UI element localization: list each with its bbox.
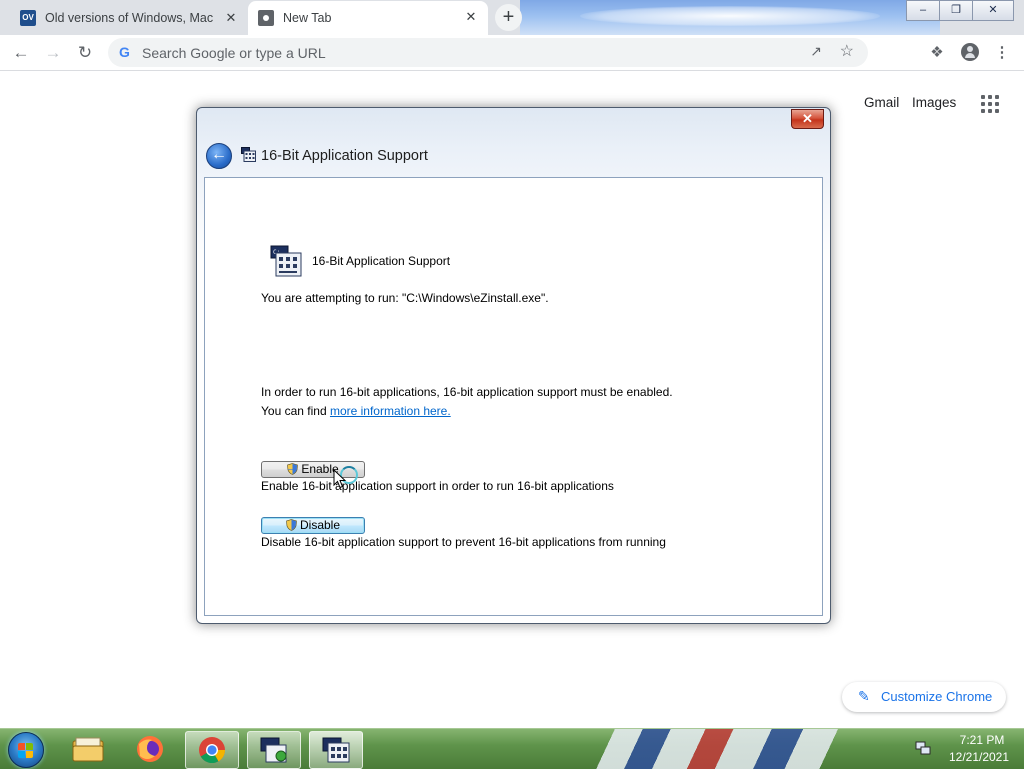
gmail-link[interactable]: Gmail bbox=[864, 95, 899, 110]
run-target-text: You are attempting to run: "C:\Windows\e… bbox=[261, 291, 549, 305]
tab-old-versions[interactable]: OV Old versions of Windows, Mac ar ✕ bbox=[10, 2, 248, 33]
start-button[interactable] bbox=[8, 732, 44, 768]
new-tab-button[interactable]: + bbox=[495, 4, 522, 31]
app-16bit-cmd-icon[interactable] bbox=[247, 731, 301, 769]
tab-title: New Tab bbox=[283, 11, 332, 25]
mouse-pointer-icon bbox=[333, 469, 347, 489]
uac-shield-icon bbox=[287, 463, 299, 475]
window-controls: – ❐ ✕ bbox=[906, 0, 1014, 21]
browser-tab-strip: OV Old versions of Windows, Mac ar ✕ New… bbox=[0, 0, 1024, 35]
forward-arrow-icon[interactable]: → bbox=[42, 42, 64, 64]
profile-avatar-icon[interactable] bbox=[961, 43, 979, 61]
disable-description: Disable 16-bit application support to pr… bbox=[261, 535, 666, 549]
chrome-icon bbox=[258, 10, 274, 26]
window-close-button[interactable]: ✕ bbox=[972, 0, 1014, 21]
dialog-content-pane: C: 16-Bit Application Support You are at… bbox=[204, 177, 823, 616]
tab-close-icon[interactable]: ✕ bbox=[464, 10, 478, 24]
chrome-taskbar-icon[interactable] bbox=[185, 731, 239, 769]
reload-icon[interactable]: ↻ bbox=[74, 42, 96, 64]
clock-time[interactable]: 7:21 PM bbox=[950, 733, 1014, 747]
dialog-close-button[interactable]: ✕ bbox=[791, 109, 824, 129]
dialog-heading: 16-Bit Application Support bbox=[312, 254, 451, 268]
app-16bit-active-icon[interactable] bbox=[309, 731, 363, 769]
enable-description: Enable 16-bit application support in ord… bbox=[261, 479, 614, 493]
disable-button-label: Disable bbox=[299, 518, 341, 532]
restore-button[interactable]: ❐ bbox=[939, 0, 973, 21]
disable-button[interactable]: Disable bbox=[261, 517, 365, 534]
windows-taskbar: 7:21 PM 12/21/2021 bbox=[0, 728, 1024, 769]
google-icon: G bbox=[119, 44, 130, 60]
tab-new-tab[interactable]: New Tab ✕ bbox=[248, 1, 488, 35]
info-prefix: You can find bbox=[261, 404, 330, 418]
clock-date[interactable]: 12/21/2021 bbox=[944, 750, 1014, 764]
browser-toolbar: ← → ↻ G Search Google or type a URL ↗ ☆ … bbox=[0, 35, 1024, 71]
extensions-puzzle-icon[interactable]: ❖ bbox=[927, 43, 947, 63]
tab-title: Old versions of Windows, Mac ar bbox=[45, 10, 215, 25]
explorer-icon[interactable] bbox=[62, 731, 114, 767]
tab-close-icon[interactable]: ✕ bbox=[224, 11, 238, 25]
dialog-title: 16-Bit Application Support bbox=[261, 148, 428, 164]
back-arrow-icon[interactable]: ← bbox=[206, 143, 232, 169]
info-text-more: You can find more information here. bbox=[261, 404, 451, 418]
app-16bit-icon bbox=[241, 147, 256, 162]
address-bar-placeholder: Search Google or type a URL bbox=[142, 45, 326, 61]
system-tray: 7:21 PM 12/21/2021 bbox=[910, 729, 1024, 769]
app-16bit-large-icon: C: bbox=[270, 245, 302, 277]
info-text: In order to run 16-bit applications, 16-… bbox=[261, 385, 673, 399]
customize-chrome-button[interactable]: ✎ Customize Chrome bbox=[842, 682, 1006, 712]
customize-chrome-label: Customize Chrome bbox=[881, 689, 993, 704]
uac-shield-icon bbox=[286, 519, 297, 531]
back-arrow-icon[interactable]: ← bbox=[10, 42, 32, 64]
network-icon[interactable] bbox=[915, 741, 931, 755]
bookmark-star-icon[interactable]: ☆ bbox=[840, 41, 854, 61]
minimize-button[interactable]: – bbox=[906, 0, 940, 21]
pencil-icon: ✎ bbox=[858, 688, 870, 704]
google-apps-grid-icon[interactable] bbox=[981, 95, 999, 113]
more-information-link[interactable]: more information here. bbox=[330, 404, 451, 418]
share-icon[interactable]: ↗ bbox=[810, 43, 822, 60]
wallpaper-sky bbox=[520, 0, 940, 35]
images-link[interactable]: Images bbox=[912, 95, 956, 110]
address-bar[interactable]: G Search Google or type a URL ↗ ☆ bbox=[108, 38, 868, 67]
ov-favicon-icon: OV bbox=[20, 9, 36, 26]
app-support-dialog: ✕ ← 16-Bit Application Support C: 16-Bit… bbox=[196, 107, 831, 624]
menu-kebab-icon[interactable]: ⋮ bbox=[992, 43, 1012, 63]
firefox-icon[interactable] bbox=[124, 731, 176, 767]
wallpaper-strip bbox=[580, 729, 910, 769]
